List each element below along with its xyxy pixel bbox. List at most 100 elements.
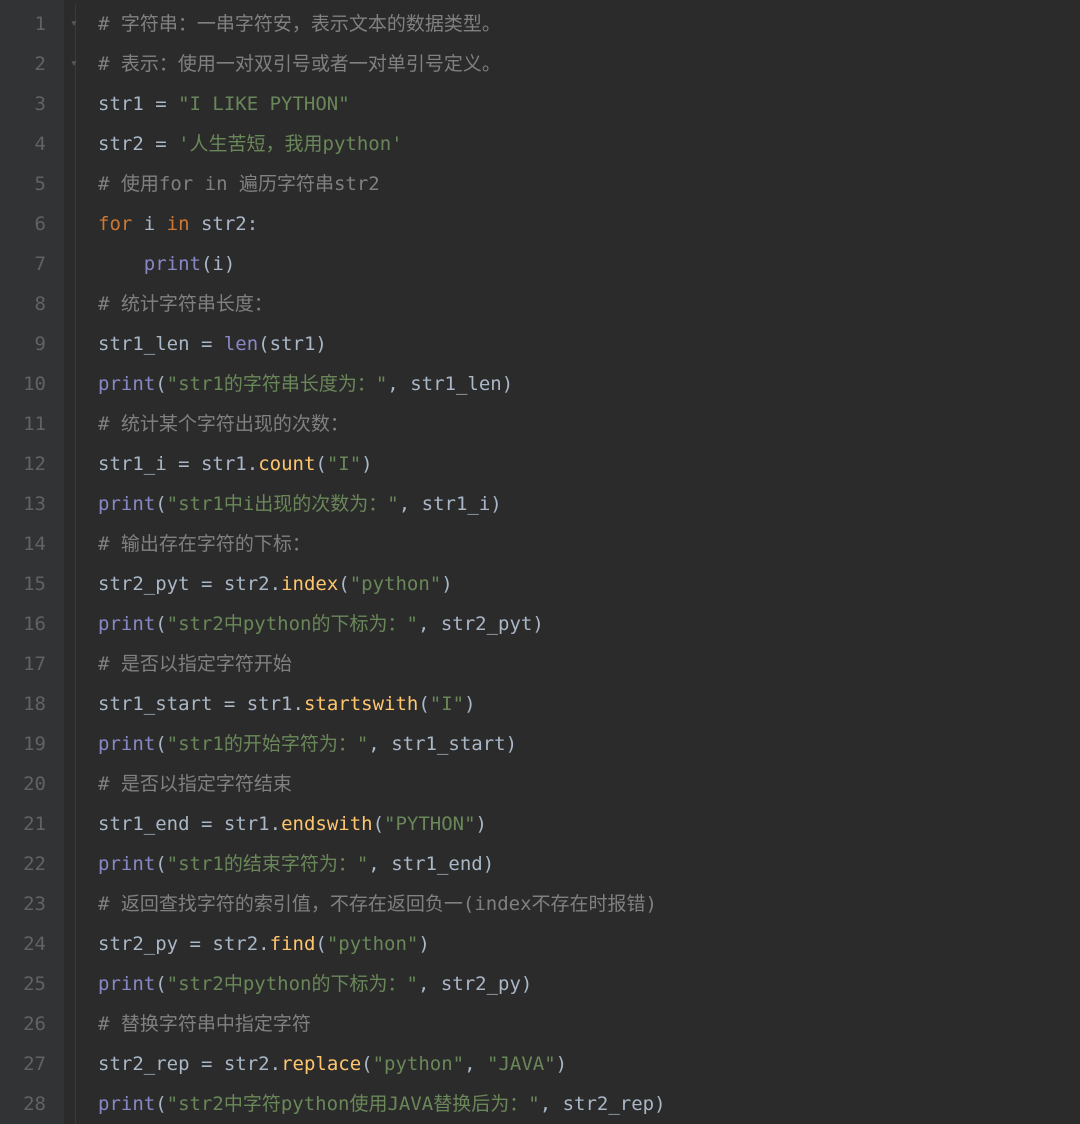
code-token: # 字符串：一串字符安，表示文本的数据类型。 [98,13,501,35]
code-token: str1 [201,453,247,475]
code-token: ( [155,373,166,395]
code-token: "PYTHON" [384,813,476,835]
code-line[interactable]: print("str2中python的下标为：", str2_pyt) [98,604,1080,644]
code-line[interactable]: str1 = "I LIKE PYTHON" [98,84,1080,124]
code-line[interactable]: # 替换字符串中指定字符 [98,1004,1080,1044]
code-line[interactable]: # 是否以指定字符结束 [98,764,1080,804]
code-line[interactable]: # 统计某个字符出现的次数： [98,404,1080,444]
code-line[interactable]: print("str1的字符串长度为：", str1_len) [98,364,1080,404]
code-token: str1_start [391,733,505,755]
code-token: ( [315,453,326,475]
code-line[interactable]: # 字符串：一串字符安，表示文本的数据类型。 [98,4,1080,44]
code-token: = [224,693,247,715]
line-number: 21 [0,804,46,844]
fold-marker-icon[interactable]: ▾ [70,4,78,44]
code-line[interactable]: str1_end = str1.endswith("PYTHON") [98,804,1080,844]
code-token: "python" [327,933,419,955]
code-token: . [270,573,281,595]
code-token: ) [483,853,494,875]
code-token: ) [361,453,372,475]
code-line[interactable]: str2_rep = str2.replace("python", "JAVA"… [98,1044,1080,1084]
code-token: find [270,933,316,955]
code-token: . [293,693,304,715]
code-token: = [190,933,213,955]
code-token: = [155,133,178,155]
code-token: str2 [212,933,258,955]
code-token: str2_pyt [98,573,201,595]
code-token: # 统计字符串长度： [98,293,273,315]
code-line[interactable]: str2 = '人生苦短，我用python' [98,124,1080,164]
code-token: ( [201,253,212,275]
code-line[interactable]: str1_len = len(str1) [98,324,1080,364]
code-line[interactable]: str1_i = str1.count("I") [98,444,1080,484]
code-token: endswith [281,813,373,835]
code-token: ) [464,693,475,715]
code-line[interactable]: # 使用for in 遍历字符串str2 [98,164,1080,204]
line-number: 20 [0,764,46,804]
code-line[interactable]: # 返回查找字符的索引值，不存在返回负一(index不存在时报错) [98,884,1080,924]
code-token: index [281,573,338,595]
code-token: for [98,213,144,235]
code-token: print [144,253,201,275]
code-token: ) [476,813,487,835]
code-token: , [418,973,441,995]
line-number: 7 [0,244,46,284]
code-token: . [270,813,281,835]
code-line[interactable]: # 表示：使用一对双引号或者一对单引号定义。 [98,44,1080,84]
code-token: "str2中python的下标为：" [167,973,418,995]
code-line[interactable]: str2_py = str2.find("python") [98,924,1080,964]
code-line[interactable]: print("str1的结束字符为：", str1_end) [98,844,1080,884]
code-token: str2_rep [563,1093,655,1115]
code-token: # 是否以指定字符结束 [98,773,292,795]
code-token: "I LIKE PYTHON" [178,93,350,115]
code-token: str1 [224,813,270,835]
code-token: i [144,213,167,235]
line-number: 22 [0,844,46,884]
code-token: replace [281,1053,361,1075]
code-token: str1 [247,693,293,715]
fold-column: ▾ ▾ [64,0,92,1124]
code-token: # 返回查找字符的索引值，不存在返回负一(index不存在时报错) [98,893,657,915]
line-number: 15 [0,564,46,604]
line-number: 23 [0,884,46,924]
code-token: . [258,933,269,955]
code-line[interactable]: print("str1中i出现的次数为：", str1_i) [98,484,1080,524]
code-line[interactable]: str2_pyt = str2.index("python") [98,564,1080,604]
code-line[interactable]: str1_start = str1.startswith("I") [98,684,1080,724]
code-line[interactable]: for i in str2: [98,204,1080,244]
code-token: ) [502,373,513,395]
code-line[interactable]: print("str1的开始字符为：", str1_start) [98,724,1080,764]
code-line[interactable]: # 统计字符串长度： [98,284,1080,324]
code-token: "JAVA" [487,1053,556,1075]
code-token: print [98,373,155,395]
code-token: ( [155,733,166,755]
code-token: print [98,613,155,635]
code-token: , [418,613,441,635]
code-token: "str2中python的下标为：" [167,613,418,635]
code-token: ) [556,1053,567,1075]
code-line[interactable]: # 是否以指定字符开始 [98,644,1080,684]
line-number: 3 [0,84,46,124]
line-number: 12 [0,444,46,484]
code-editor[interactable]: 1234567891011121314151617181920212223242… [0,0,1080,1124]
line-number: 17 [0,644,46,684]
code-line[interactable]: print("str2中python的下标为：", str2_py) [98,964,1080,1004]
fold-marker-icon[interactable]: ▾ [70,44,78,84]
line-number: 9 [0,324,46,364]
code-token: "str1中i出现的次数为：" [167,493,399,515]
code-token: , [464,1053,487,1075]
code-token: ) [315,333,326,355]
code-token: ) [506,733,517,755]
code-line[interactable]: print(i) [98,244,1080,284]
code-token: str2_pyt [441,613,533,635]
code-token: : [247,213,258,235]
code-area[interactable]: # 字符串：一串字符安，表示文本的数据类型。 # 表示：使用一对双引号或者一对单引… [92,0,1080,1124]
code-line[interactable]: # 输出存在字符的下标： [98,524,1080,564]
code-token: str1_end [391,853,483,875]
code-token: # 是否以指定字符开始 [98,653,292,675]
code-token: ( [155,613,166,635]
code-token: "str1的结束字符为：" [167,853,369,875]
code-line[interactable]: print("str2中字符python使用JAVA替换后为：", str2_r… [98,1084,1080,1124]
code-token: str1 [98,93,155,115]
code-token: str2_py [98,933,190,955]
